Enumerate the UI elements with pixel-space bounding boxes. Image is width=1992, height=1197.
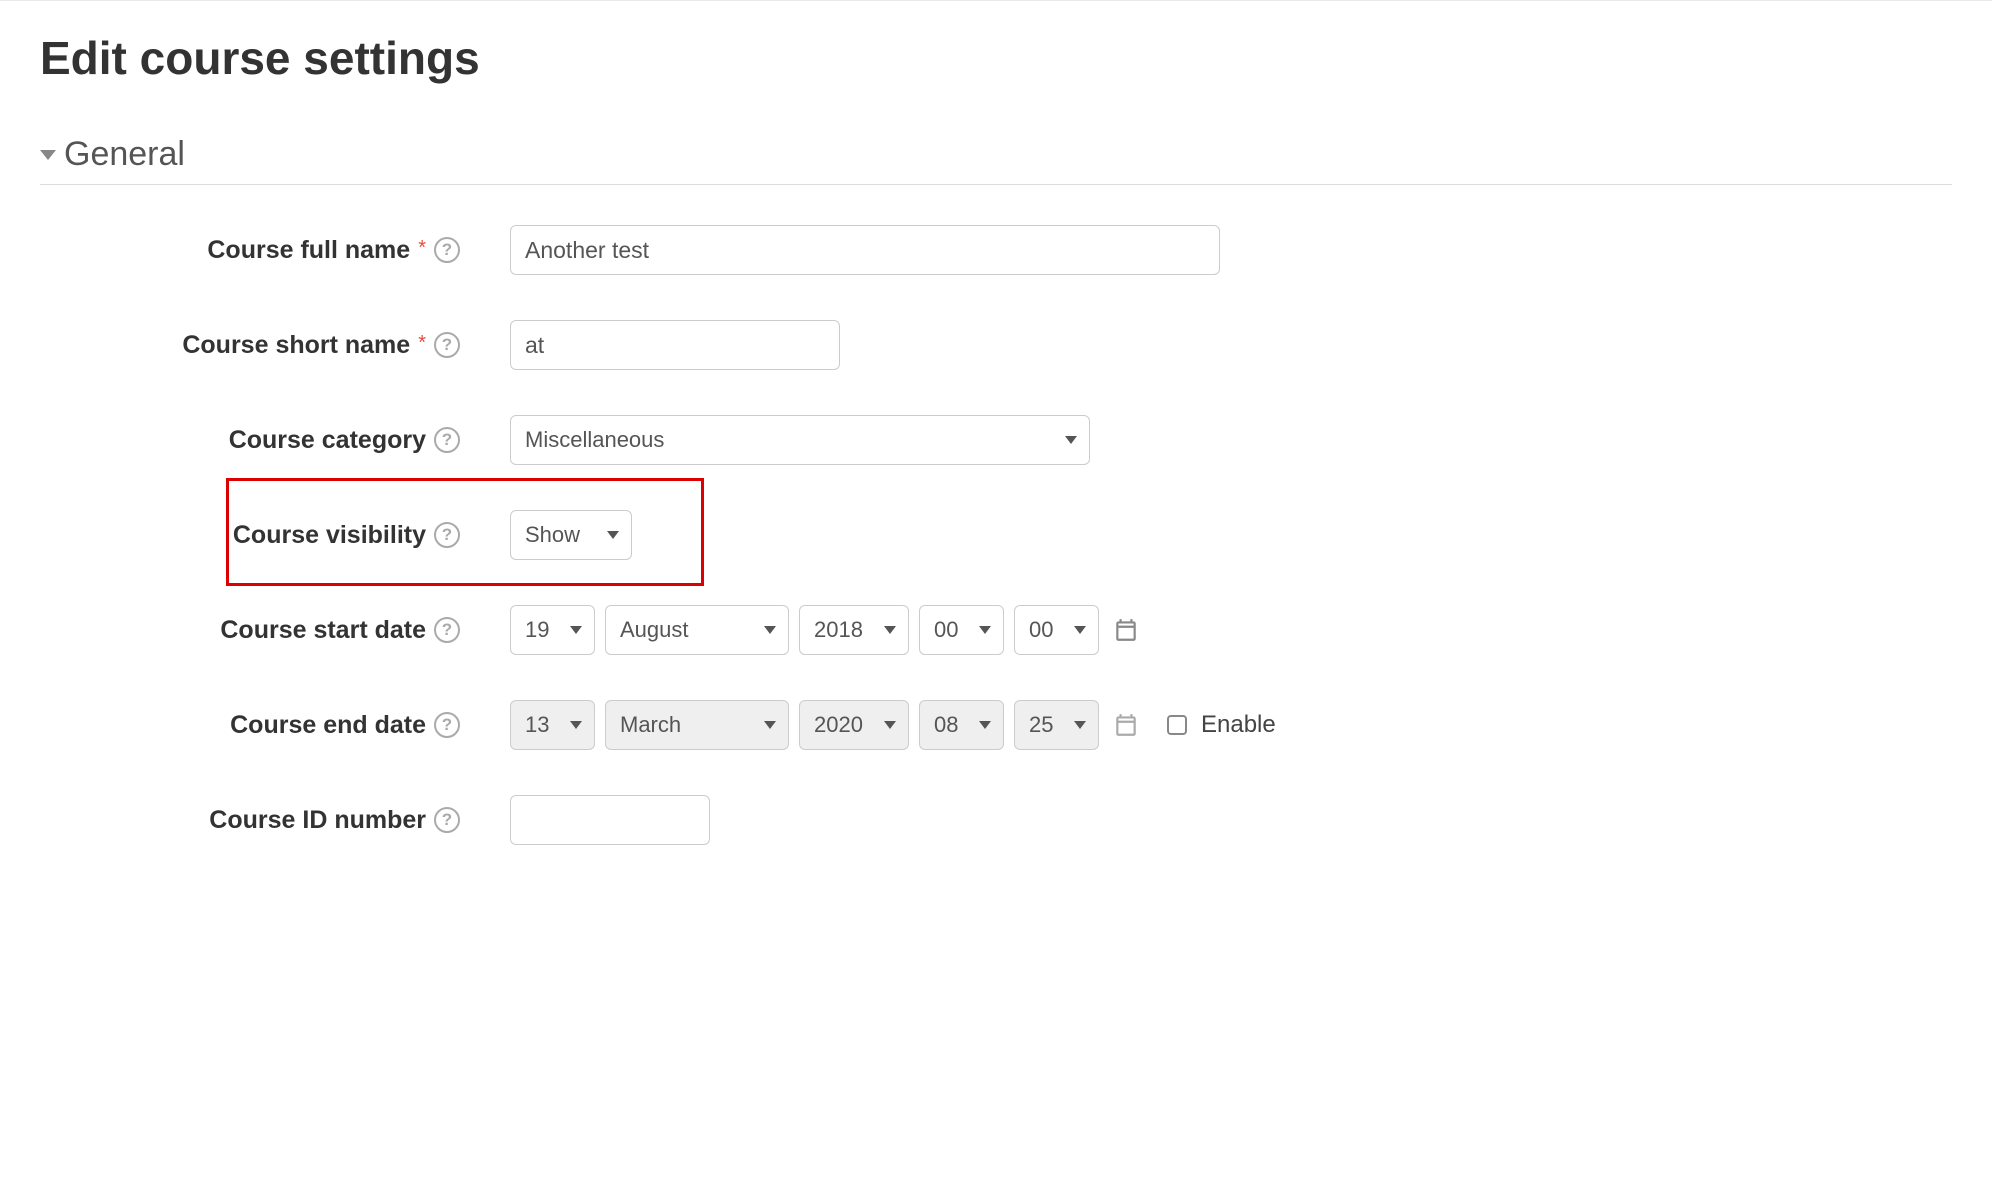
full-name-input[interactable]: [510, 225, 1220, 275]
chevron-down-icon: [884, 721, 896, 729]
field-col: 13 March 2020 08 25 Enable: [510, 700, 1952, 750]
start-year-select[interactable]: 2018: [799, 605, 909, 655]
chevron-down-icon: [884, 626, 896, 634]
short-name-label: Course short name: [182, 331, 410, 360]
row-course-visibility: Course visibility ? Show: [40, 510, 1952, 560]
start-month-select[interactable]: August: [605, 605, 789, 655]
row-course-category: Course category ? Miscellaneous: [40, 415, 1952, 465]
start-date-label: Course start date: [220, 616, 426, 645]
chevron-down-icon: [607, 531, 619, 539]
chevron-down-icon: [1074, 721, 1086, 729]
end-month-select[interactable]: March: [605, 700, 789, 750]
help-icon[interactable]: ?: [434, 427, 460, 453]
field-col: 19 August 2018 00 00: [510, 605, 1952, 655]
field-col: [510, 795, 1952, 845]
end-minute-select[interactable]: 25: [1014, 700, 1099, 750]
required-mark: *: [418, 237, 426, 260]
section-title: General: [64, 135, 185, 174]
row-course-short-name: Course short name * ?: [40, 320, 1952, 370]
chevron-down-icon: [570, 626, 582, 634]
course-settings-page: Edit course settings General Course full…: [0, 0, 1992, 950]
visibility-select[interactable]: Show: [510, 510, 632, 560]
select-value: August: [620, 617, 689, 643]
select-value: 08: [934, 712, 958, 738]
enable-end-date: Enable: [1167, 711, 1276, 739]
row-course-full-name: Course full name * ?: [40, 225, 1952, 275]
chevron-down-icon: [1065, 436, 1077, 444]
label-col: Course short name * ?: [40, 331, 510, 360]
row-course-start-date: Course start date ? 19 August 2018 00 00: [40, 605, 1952, 655]
field-col: Show: [510, 510, 1952, 560]
select-value: 2018: [814, 617, 863, 643]
required-mark: *: [418, 332, 426, 355]
select-value: 00: [934, 617, 958, 643]
label-col: Course start date ?: [40, 616, 510, 645]
help-icon[interactable]: ?: [434, 617, 460, 643]
select-value: March: [620, 712, 681, 738]
end-hour-select[interactable]: 08: [919, 700, 1004, 750]
label-col: Course ID number ?: [40, 806, 510, 835]
short-name-input[interactable]: [510, 320, 840, 370]
enable-label: Enable: [1201, 711, 1276, 739]
field-col: [510, 225, 1952, 275]
idnumber-input[interactable]: [510, 795, 710, 845]
label-col: Course category ?: [40, 426, 510, 455]
chevron-down-icon: [764, 721, 776, 729]
chevron-down-icon: [1074, 626, 1086, 634]
calendar-icon[interactable]: [1109, 712, 1139, 738]
category-select-value: Miscellaneous: [525, 427, 664, 453]
start-hour-select[interactable]: 00: [919, 605, 1004, 655]
end-year-select[interactable]: 2020: [799, 700, 909, 750]
field-col: Miscellaneous: [510, 415, 1952, 465]
help-icon[interactable]: ?: [434, 237, 460, 263]
end-date-label: Course end date: [230, 711, 426, 740]
select-value: 25: [1029, 712, 1053, 738]
field-col: [510, 320, 1952, 370]
select-value: 19: [525, 617, 549, 643]
select-value: 00: [1029, 617, 1053, 643]
help-icon[interactable]: ?: [434, 712, 460, 738]
chevron-down-icon: [40, 150, 56, 160]
chevron-down-icon: [979, 721, 991, 729]
row-course-end-date: Course end date ? 13 March 2020 08 25 En…: [40, 700, 1952, 750]
page-title: Edit course settings: [40, 31, 1952, 85]
start-day-select[interactable]: 19: [510, 605, 595, 655]
chevron-down-icon: [764, 626, 776, 634]
row-course-id-number: Course ID number ?: [40, 795, 1952, 845]
section-general-header[interactable]: General: [40, 135, 1952, 185]
help-icon[interactable]: ?: [434, 807, 460, 833]
select-value: 13: [525, 712, 549, 738]
end-day-select[interactable]: 13: [510, 700, 595, 750]
label-col: Course visibility ?: [40, 521, 510, 550]
category-label: Course category: [229, 426, 426, 455]
label-col: Course full name * ?: [40, 236, 510, 265]
visibility-select-value: Show: [525, 522, 580, 548]
calendar-icon[interactable]: [1109, 617, 1139, 643]
chevron-down-icon: [570, 721, 582, 729]
category-select[interactable]: Miscellaneous: [510, 415, 1090, 465]
idnumber-label: Course ID number: [209, 806, 426, 835]
visibility-label: Course visibility: [233, 521, 426, 550]
enable-checkbox[interactable]: [1167, 715, 1187, 735]
help-icon[interactable]: ?: [434, 332, 460, 358]
full-name-label: Course full name: [207, 236, 410, 265]
label-col: Course end date ?: [40, 711, 510, 740]
chevron-down-icon: [979, 626, 991, 634]
start-minute-select[interactable]: 00: [1014, 605, 1099, 655]
select-value: 2020: [814, 712, 863, 738]
help-icon[interactable]: ?: [434, 522, 460, 548]
